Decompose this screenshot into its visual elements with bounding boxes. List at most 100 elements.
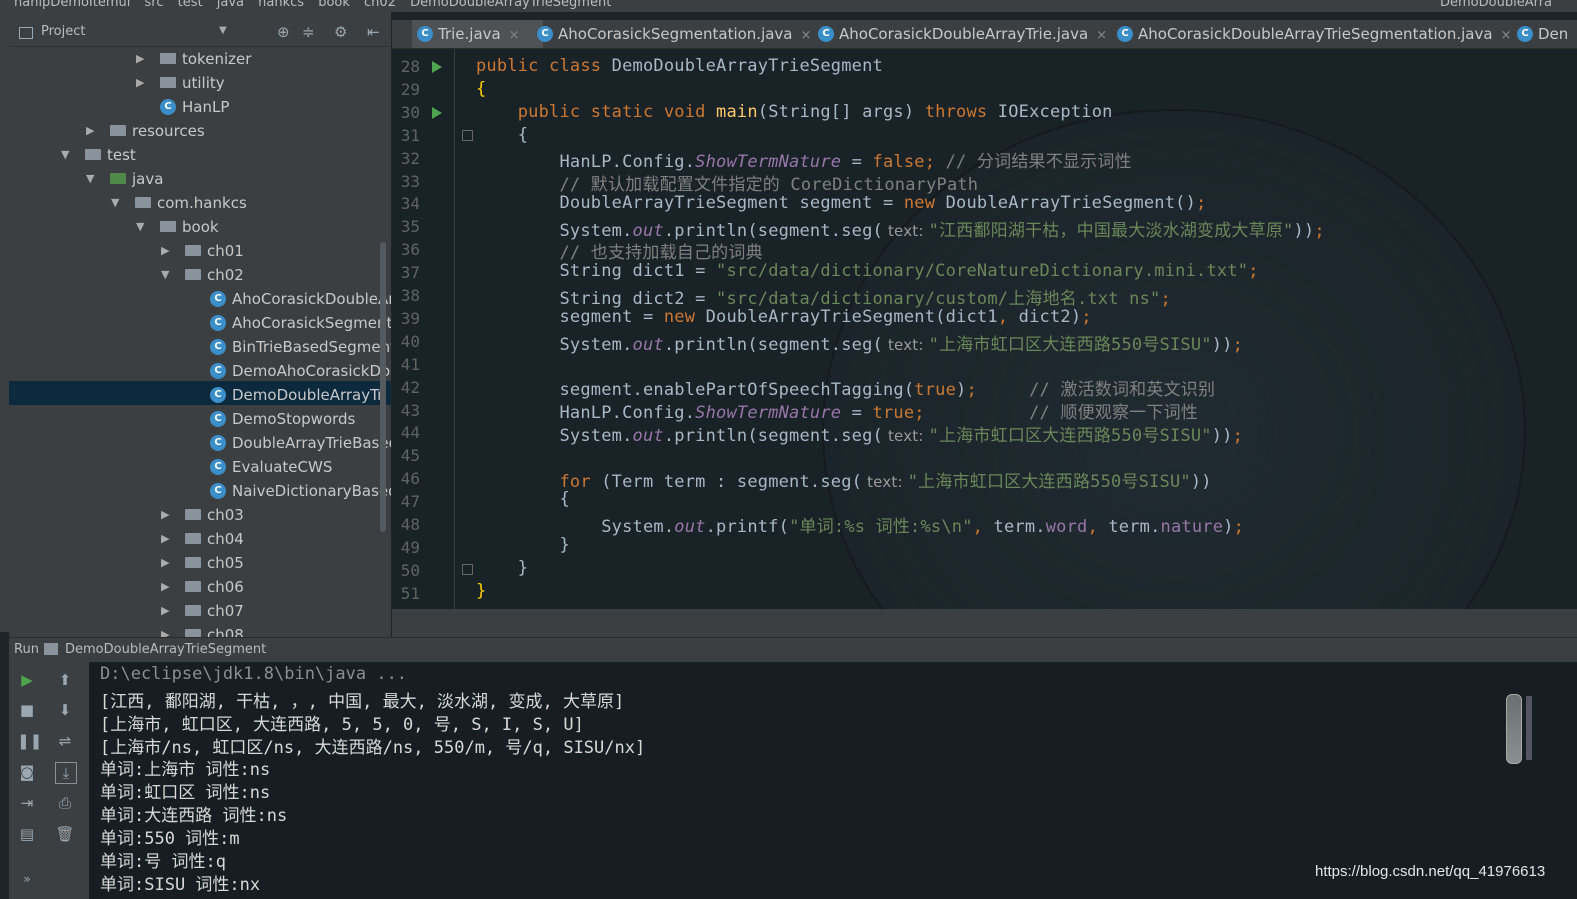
close-icon[interactable]: × [1501, 28, 1512, 43]
tree-node-label: AhoCorasickDoubleAr [232, 290, 391, 308]
tree-node-label: AhoCorasickSegment [232, 314, 391, 332]
class-icon: C [210, 435, 226, 451]
arrow-up-icon[interactable]: ⬆ [55, 670, 75, 690]
editor-horizontal-scrollbar[interactable] [392, 609, 1577, 637]
console-line: D:\eclipse\jdk1.8\bin\java ... [100, 664, 408, 684]
trash-icon[interactable]: 🗑 [55, 824, 75, 844]
run-gutter-icon[interactable] [432, 107, 442, 119]
expand-arrow-icon[interactable]: ▼ [161, 263, 173, 287]
tab-label: Trie.java [438, 25, 501, 43]
code-line-50: } [476, 558, 529, 578]
collapse-arrow-icon[interactable]: ▶ [161, 623, 173, 637]
console-line: 单词:号 词性:q [100, 852, 226, 872]
expand-arrow-icon[interactable]: ▼ [86, 167, 98, 191]
tab-trie[interactable]: C Trie.java × [412, 20, 543, 48]
collapse-arrow-icon[interactable]: ▶ [136, 71, 148, 95]
tab-ahocorasick-doublearraytrie-segmentation[interactable]: C AhoCorasickDoubleArrayTrieSegmentation.… [1112, 20, 1528, 48]
collapse-arrow-icon[interactable]: ▶ [161, 239, 173, 263]
run-tab[interactable]: Run [14, 642, 39, 657]
code-editor[interactable]: 28 29 30 31 32 33 34 35 36 37 38 39 40 41 42 43 44 45 46 47… [392, 49, 1577, 609]
code-line-34: DoubleArrayTrieSegment segment = new Dou… [476, 193, 1207, 213]
run-config-selector[interactable]: DemoDoubleArra [1440, 0, 1552, 10]
breadcrumb-item[interactable]: test [178, 0, 203, 10]
class-icon: C [417, 26, 433, 42]
collapse-arrow-icon[interactable]: ▶ [86, 119, 98, 143]
close-icon[interactable]: × [801, 28, 812, 43]
rerun-icon[interactable]: ▶ [17, 670, 37, 690]
fold-marker[interactable] [462, 130, 473, 141]
hide-panel-icon[interactable]: ⇤ [367, 23, 380, 41]
breadcrumb-item[interactable]: ch02 [364, 0, 396, 10]
expand-arrow-icon[interactable]: ▼ [61, 143, 73, 167]
layout-icon[interactable]: ▤ [17, 824, 37, 844]
tab-demo[interactable]: C Den [1512, 20, 1577, 48]
console-scroll-thumb[interactable] [1506, 694, 1522, 764]
tree-node-label: ch02 [207, 266, 244, 284]
folder-icon [185, 581, 201, 592]
breadcrumb-item[interactable]: hankcs [258, 0, 304, 10]
camera-icon[interactable]: ◙ [17, 762, 37, 782]
tree-node-label: java [132, 170, 164, 188]
collapse-arrow-icon[interactable]: ▶ [161, 503, 173, 527]
folder-icon [85, 149, 101, 160]
collapse-arrow-icon[interactable]: ▶ [161, 575, 173, 599]
breadcrumb-item[interactable]: src [145, 0, 164, 10]
expand-arrow-icon[interactable]: ▼ [136, 215, 148, 239]
folder-icon [110, 173, 126, 184]
line-number: 50 [400, 560, 420, 580]
breadcrumb-item[interactable]: hanlpDemoItemui [14, 0, 130, 10]
tree-node-label: DemoAhoCorasickDo [232, 362, 391, 380]
breadcrumb-item[interactable]: DemoDoubleArrayTrieSegment [410, 0, 611, 10]
tree-node-label: HanLP [182, 98, 230, 116]
line-number: 41 [400, 354, 420, 374]
run-config-name[interactable]: DemoDoubleArrayTrieSegment [65, 642, 266, 657]
breadcrumb-item[interactable]: book [318, 0, 350, 10]
line-number: 32 [400, 148, 420, 168]
tab-label: Den [1538, 25, 1569, 43]
console-line: 单词:虹口区 词性:ns [100, 783, 271, 803]
fold-marker[interactable] [462, 564, 473, 575]
project-title[interactable]: Project [41, 24, 85, 39]
code-line-47: { [476, 489, 570, 509]
tab-ahocorasick-segmentation[interactable]: C AhoCorasickSegmentation.java × [532, 20, 820, 48]
class-icon: C [210, 291, 226, 307]
arrow-down-icon[interactable]: ⬇ [55, 700, 75, 720]
locate-icon[interactable]: ⊕ [277, 23, 290, 41]
tree-node-label: com.hankcs [157, 194, 247, 212]
collapse-arrow-icon[interactable]: ▶ [161, 551, 173, 575]
breadcrumb: hanlpDemoItemui src test java hankcs boo… [0, 0, 1577, 12]
print-icon[interactable]: ⎙ [55, 793, 75, 813]
run-panel-header: Run DemoDoubleArrayTrieSegment [9, 637, 1577, 663]
tree-node-label: NaiveDictionaryBased [232, 482, 391, 500]
class-icon: C [1117, 26, 1133, 42]
close-icon[interactable]: × [1096, 28, 1107, 43]
gear-icon[interactable]: ⚙ [334, 23, 347, 41]
collapse-arrow-icon[interactable]: ▶ [161, 599, 173, 623]
expand-arrow-icon[interactable]: ▼ [111, 191, 123, 215]
stop-icon[interactable]: ■ [17, 700, 37, 720]
collapse-all-icon[interactable]: ≑ [302, 23, 315, 41]
run-gutter-icon[interactable] [432, 61, 442, 73]
tree-scrollbar[interactable] [380, 242, 386, 532]
close-icon[interactable]: × [509, 28, 520, 43]
tree-node-label: tokenizer [182, 50, 252, 68]
watermark: https://blog.csdn.net/qq_41976613 [1315, 863, 1546, 880]
chevron-down-icon[interactable]: ▼ [219, 25, 227, 36]
more-icon[interactable]: » [17, 869, 37, 889]
collapse-arrow-icon[interactable]: ▶ [136, 47, 148, 71]
console-scroll-track[interactable] [1526, 696, 1532, 760]
project-panel-header: Project ▼ ⊕ ≑ ⚙ ⇤ [9, 20, 391, 47]
scroll-to-end-icon[interactable]: ⤓ [55, 762, 77, 784]
collapse-arrow-icon[interactable]: ▶ [161, 527, 173, 551]
folder-icon [160, 77, 176, 88]
tree-node-label: utility [182, 74, 225, 92]
breadcrumb-item[interactable]: java [217, 0, 244, 10]
tab-ahocorasick-doublearraytrie[interactable]: C AhoCorasickDoubleArrayTrie.java × [813, 20, 1121, 48]
folder-icon [185, 557, 201, 568]
line-number: 35 [400, 217, 420, 237]
soft-wrap-icon[interactable]: ⇌ [55, 731, 75, 751]
code-line-43: HanLP.Config.ShowTermNature = true; // 顺… [476, 403, 1198, 423]
pause-icon[interactable]: ❚❚ [17, 731, 42, 751]
tree-node-label: DemoDoubleArrayTri [232, 386, 388, 404]
login-icon[interactable]: ⇥ [17, 793, 37, 813]
